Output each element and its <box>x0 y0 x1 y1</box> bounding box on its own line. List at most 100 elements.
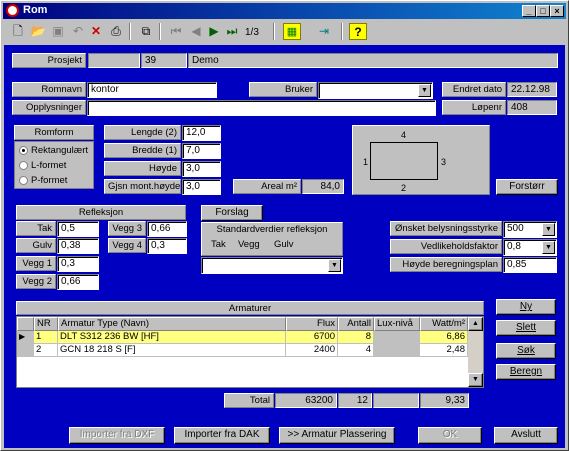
project-label: Prosjekt <box>12 53 86 68</box>
length-label: Lengde (2) <box>104 125 181 140</box>
room-name-label: Romnavn <box>12 82 86 97</box>
radio-button[interactable] <box>19 146 28 155</box>
height-label: Høyde <box>104 161 181 176</box>
open-folder-icon[interactable]: 📂 <box>29 23 47 40</box>
scroll-down-icon[interactable]: ▼ <box>468 373 483 387</box>
scroll-up-icon[interactable]: ▲ <box>468 317 483 331</box>
col-header-watt[interactable]: Watt/m² <box>420 317 468 331</box>
wall1-label: Vegg 1 <box>16 256 56 271</box>
length-input[interactable]: 12,0 <box>182 125 221 141</box>
cell-lux <box>374 331 420 344</box>
toolbar: 🗋 📂 ▣ ↶ ✕ ⎙ ⧉ ⏮ ◀ ▶ ⏭ 1/3 ▦ ⇥ ? <box>3 20 566 44</box>
maintenance-value: 0,8 <box>507 241 521 252</box>
side-label-bottom: 2 <box>401 183 407 193</box>
wall3-input[interactable]: 0,66 <box>147 221 187 237</box>
total-watt: 9,33 <box>420 393 469 408</box>
fixture-placement-button[interactable]: >> Armatur Plassering <box>279 427 395 444</box>
floor-input[interactable]: 0,38 <box>57 238 99 254</box>
calc-height-input[interactable]: 0,85 <box>503 257 557 273</box>
calculate-button[interactable]: Beregn <box>496 364 556 380</box>
ok-button[interactable]: OK <box>418 427 482 444</box>
import-dxf-button[interactable]: Importer fra DXF <box>69 427 165 444</box>
minimize-button[interactable]: _ <box>522 5 536 17</box>
shape-option-l[interactable]: L-formet <box>15 160 95 172</box>
table-row[interactable]: ▶ 1 DLT S312 236 BW [HF] 6700 8 6,86 <box>17 331 468 344</box>
delete-button[interactable]: Slett <box>496 320 556 336</box>
cell-nr: 1 <box>34 331 58 344</box>
import-dak-button[interactable]: Importer fra DAK <box>174 427 270 444</box>
bottom-bar: Importer fra DXF Importer fra DAK >> Arm… <box>4 421 565 448</box>
shape-option-rect[interactable]: Rektangulært <box>15 145 95 157</box>
exit-door-icon[interactable]: ⇥ <box>315 23 333 40</box>
desired-lux-select[interactable]: 500 ▼ <box>503 221 557 238</box>
std-reflection-select[interactable]: ▼ <box>201 257 343 274</box>
chevron-down-icon[interactable]: ▼ <box>542 223 555 236</box>
area-field: 84,0 <box>302 179 344 194</box>
col-header-type[interactable]: Armatur Type (Navn) <box>58 317 286 331</box>
chevron-down-icon[interactable]: ▼ <box>542 241 555 254</box>
table-row[interactable]: 2 GCN 18 218 S [F] 2400 4 2,48 <box>17 344 468 357</box>
cell-type: DLT S312 236 BW [HF] <box>58 331 286 344</box>
title-bar: Rom _ □ × <box>3 3 566 19</box>
new-button[interactable]: Ny <box>496 299 556 315</box>
shape-option-p[interactable]: P-formet <box>15 175 95 187</box>
search-button[interactable]: Søk <box>496 343 556 359</box>
wall1-input[interactable]: 0,3 <box>57 256 99 272</box>
maximize-button[interactable]: □ <box>536 5 550 17</box>
undo-icon[interactable]: ↶ <box>69 23 87 40</box>
print-icon[interactable]: ⎙ <box>107 23 125 40</box>
table-scrollbar[interactable]: ▲ ▼ <box>468 317 483 387</box>
user-select[interactable]: ▼ <box>318 82 433 99</box>
desired-lux-label: Ønsket belysningsstyrke <box>390 221 502 236</box>
width-input[interactable]: 7,0 <box>182 143 221 159</box>
cell-count: 4 <box>338 344 374 357</box>
radio-button[interactable] <box>19 176 28 185</box>
row-selector <box>17 344 34 357</box>
cell-watt: 6,86 <box>420 331 468 344</box>
wall4-input[interactable]: 0,3 <box>147 238 187 254</box>
ceiling-input[interactable]: 0,5 <box>57 221 99 237</box>
serial-field: 408 <box>507 100 557 115</box>
grid-view-icon[interactable]: ▦ <box>283 23 301 40</box>
mount-height-input[interactable]: 3,0 <box>182 179 221 195</box>
prev-record-icon[interactable]: ◀ <box>187 23 205 40</box>
ceiling-label: Tak <box>16 221 56 236</box>
chevron-down-icon[interactable]: ▼ <box>418 84 431 97</box>
total-flux: 63200 <box>275 393 337 408</box>
last-record-icon[interactable]: ⏭ <box>223 23 241 40</box>
close-window-button[interactable]: × <box>550 5 564 17</box>
copy-icon[interactable]: ⧉ <box>137 23 155 40</box>
height-input[interactable]: 3,0 <box>182 161 221 177</box>
save-icon[interactable]: ▣ <box>49 23 67 40</box>
help-icon[interactable]: ? <box>349 23 367 40</box>
cell-flux: 2400 <box>286 344 338 357</box>
shape-radio-group: Rektangulært L-formet P-formet <box>14 141 94 189</box>
maintenance-select[interactable]: 0,8 ▼ <box>503 239 557 256</box>
col-header-flux[interactable]: Flux <box>286 317 338 331</box>
first-record-icon[interactable]: ⏮ <box>167 23 185 40</box>
col-header-lux[interactable]: Lux-nivå <box>374 317 420 331</box>
desired-lux-value: 500 <box>507 223 524 234</box>
exit-button[interactable]: Avslutt <box>494 427 558 444</box>
app-icon <box>6 4 19 17</box>
suggest-button[interactable]: Forslag <box>201 205 263 221</box>
radio-button[interactable] <box>19 161 28 170</box>
shape-option-label: P-formet <box>31 175 68 186</box>
rom-window: Rom _ □ × 🗋 📂 ▣ ↶ ✕ ⎙ ⧉ ⏮ ◀ ▶ ⏭ 1/3 ▦ ⇥ … <box>0 0 569 451</box>
shape-option-label: L-formet <box>31 160 67 171</box>
cell-nr: 2 <box>34 344 58 357</box>
shape-option-label: Rektangulært <box>31 145 89 156</box>
total-count: 12 <box>338 393 372 408</box>
width-label: Bredde (1) <box>104 143 181 158</box>
chevron-down-icon[interactable]: ▼ <box>328 259 341 272</box>
room-name-input[interactable]: kontor <box>87 82 217 98</box>
calc-height-label: Høyde beregningsplan <box>390 257 502 272</box>
next-record-icon[interactable]: ▶ <box>205 23 223 40</box>
zoom-button[interactable]: Forstørr <box>496 179 558 195</box>
col-header-nr[interactable]: NR <box>34 317 58 331</box>
info-input[interactable] <box>87 100 436 116</box>
delete-icon[interactable]: ✕ <box>87 23 105 40</box>
new-doc-icon[interactable]: 🗋 <box>9 23 27 40</box>
col-header-count[interactable]: Antall <box>338 317 374 331</box>
wall2-input[interactable]: 0,66 <box>57 274 99 290</box>
